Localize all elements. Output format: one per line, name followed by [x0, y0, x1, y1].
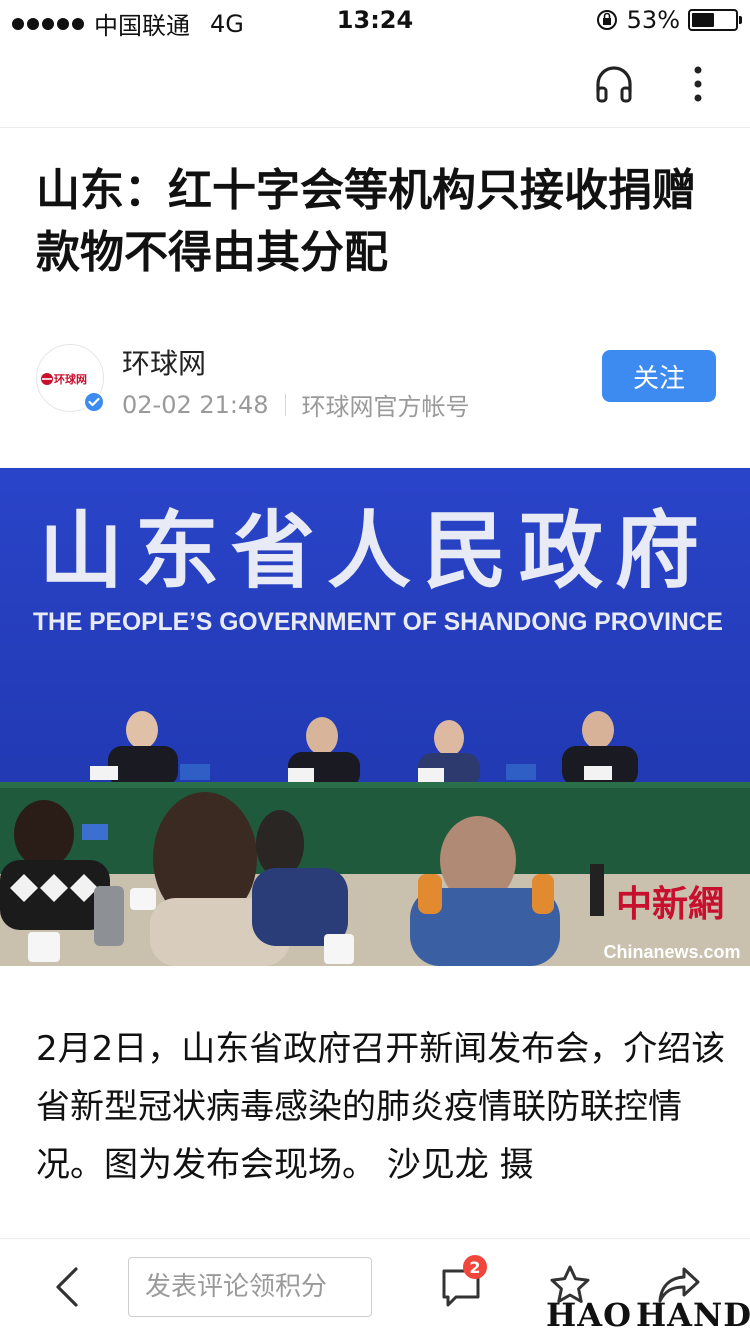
watermark-left: HAO	[546, 1296, 632, 1334]
verified-badge-icon	[83, 391, 105, 413]
author-name[interactable]: 环球网	[122, 342, 206, 382]
author-logo-text: 环球网	[54, 372, 87, 386]
back-icon[interactable]	[52, 1265, 82, 1309]
photo-caption: 2月2日，山东省政府召开新闻发布会，介绍该省新型冠状病毒感染的肺炎疫情联防联控情…	[36, 1029, 726, 1185]
photo-watermark-cn: 中新網	[616, 883, 724, 925]
photo-watermark-en: Chinanews.com	[603, 942, 740, 962]
comment-input[interactable]	[128, 1257, 372, 1317]
status-bar: 中国联通 4G 13:24 53%	[0, 0, 750, 40]
article-title: 山东：红十字会等机构只接收捐赠 款物不得由其分配	[36, 165, 696, 278]
status-right: 53%	[595, 6, 742, 34]
more-options-icon[interactable]	[682, 60, 714, 108]
battery-percent: 53%	[626, 6, 680, 34]
author-avatar[interactable]: 环球网	[36, 344, 105, 413]
banner-english: THE PEOPLE’S GOVERNMENT OF SHANDONG PROV…	[33, 608, 723, 636]
rotation-lock-icon	[596, 10, 617, 30]
publish-time: 02-02 21:48	[122, 390, 269, 419]
site-watermark: HAO HAND	[546, 1296, 750, 1334]
follow-button[interactable]: 关注	[602, 350, 716, 402]
banner-chinese: 山东省人民政府	[39, 502, 711, 600]
battery-icon	[688, 9, 742, 31]
top-bar	[0, 40, 750, 128]
author-meta: 02-02 21:48 环球网官方帐号	[122, 387, 470, 422]
author-logo: 环球网	[41, 372, 87, 386]
comment-count-badge: 2	[463, 1255, 487, 1279]
press-conference-image: 山东省人民政府 THE PEOPLE’S GOVERNMENT OF SHAND…	[0, 468, 750, 966]
watermark-right: HAND	[635, 1296, 750, 1334]
meta-divider	[284, 393, 286, 416]
account-type: 环球网官方帐号	[301, 393, 470, 421]
article-photo[interactable]: 山东省人民政府 THE PEOPLE’S GOVERNMENT OF SHAND…	[0, 468, 750, 966]
headphone-icon[interactable]	[592, 62, 636, 106]
